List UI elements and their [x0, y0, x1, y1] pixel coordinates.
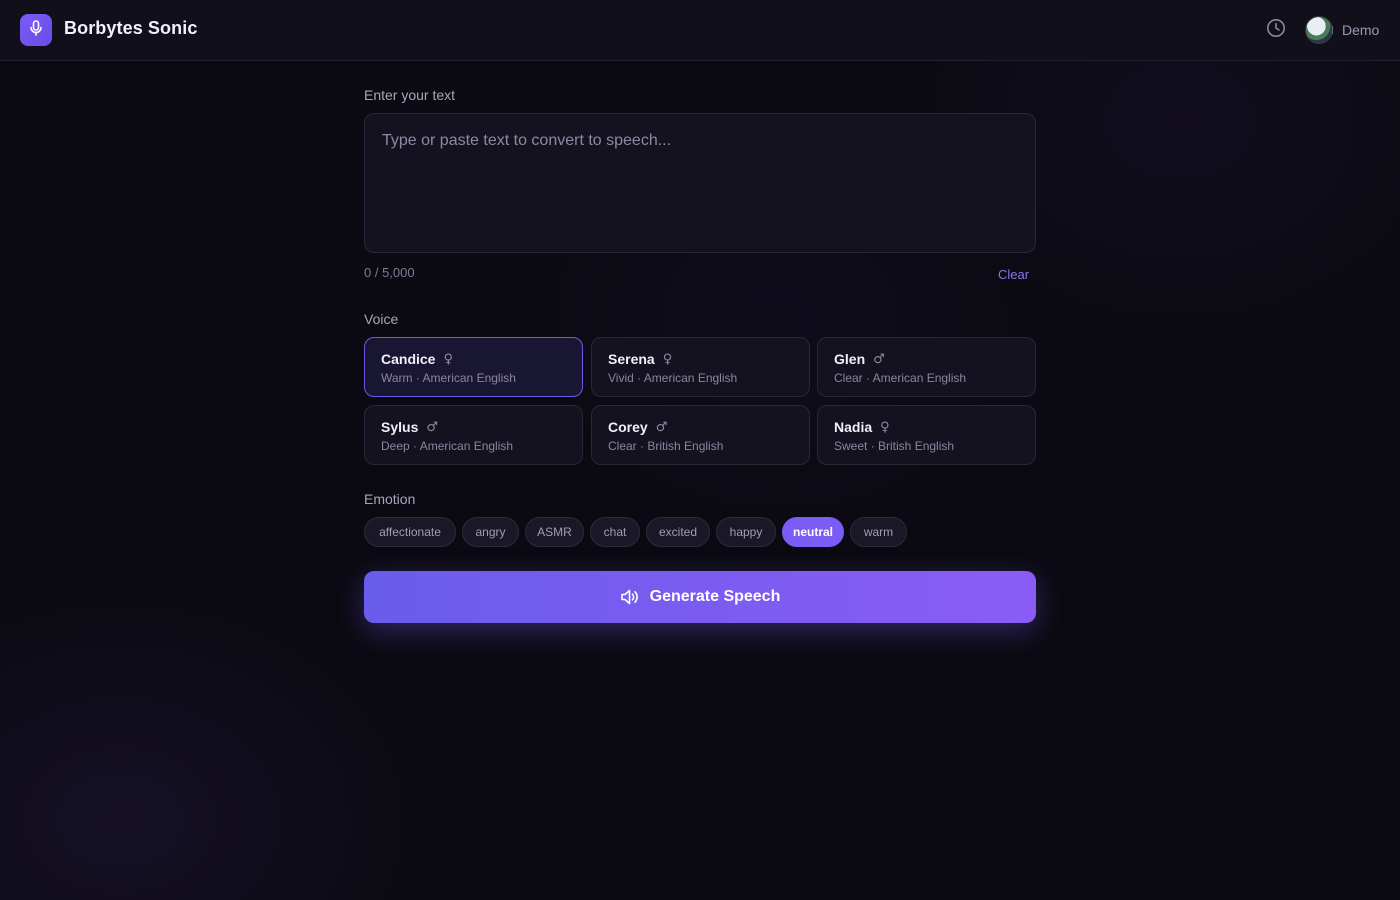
microphone-icon [29, 19, 43, 41]
text-input-label: Enter your text [364, 87, 456, 103]
history-button[interactable] [1265, 18, 1287, 43]
generate-speech-label: Generate Speech [649, 588, 781, 605]
emotion-chip-angry[interactable]: angry [462, 517, 519, 547]
male-icon: ♂ [873, 351, 885, 367]
generate-speech-button[interactable]: Generate Speech [364, 571, 1036, 623]
voice-name: Corey [608, 419, 648, 435]
app-title: Borbytes Sonic [64, 18, 198, 38]
voice-description: Sweet · British English [834, 439, 955, 453]
app-logo[interactable] [20, 14, 52, 46]
text-input[interactable] [364, 113, 1036, 253]
emotion-chip-warm[interactable]: warm [850, 517, 907, 547]
female-icon: ♀ [662, 351, 673, 367]
user-name[interactable]: Demo [1342, 22, 1379, 38]
top-bar: Borbytes Sonic Demo [0, 0, 1400, 61]
avatar[interactable] [1305, 16, 1333, 44]
emotion-chip-neutral[interactable]: neutral [782, 517, 844, 547]
voice-description: Clear · American English [834, 371, 967, 385]
emotion-chip-chat[interactable]: chat [590, 517, 640, 547]
emotion-chip-asmr[interactable]: ASMR [525, 517, 584, 547]
char-count: 0 / 5,000 [364, 265, 415, 280]
voice-name: Candice [381, 351, 436, 367]
female-icon: ♀ [443, 351, 453, 367]
voice-name: Serena [608, 351, 655, 367]
voice-card-corey[interactable]: Corey ♂ Clear · British English [591, 405, 810, 465]
emotion-chip-affectionate[interactable]: affectionate [364, 517, 456, 547]
voice-card-sylus[interactable]: Sylus ♂ Deep · American English [364, 405, 583, 465]
voice-card-glen[interactable]: Glen ♂ Clear · American English [817, 337, 1036, 397]
clock-icon [1266, 18, 1286, 43]
male-icon: ♂ [426, 419, 439, 435]
voice-name: Sylus [381, 419, 419, 435]
voice-card-serena[interactable]: Serena ♀ Vivid · American English [591, 337, 810, 397]
clear-button[interactable]: Clear [998, 267, 1029, 282]
speaker-icon [620, 588, 640, 606]
divider [1332, 26, 1333, 34]
male-icon: ♂ [655, 419, 668, 435]
voice-description: Warm · American English [381, 371, 516, 385]
emotion-chip-excited[interactable]: excited [646, 517, 710, 547]
voice-name: Glen [834, 351, 866, 367]
voice-label: Voice [364, 311, 399, 327]
voice-description: Clear · British English [608, 439, 724, 453]
voice-card-nadia[interactable]: Nadia ♀ Sweet · British English [817, 405, 1036, 465]
emotion-chip-happy[interactable]: happy [716, 517, 776, 547]
emotion-label: Emotion [364, 491, 416, 507]
female-icon: ♀ [880, 419, 890, 435]
voice-card-candice[interactable]: Candice ♀ Warm · American English [364, 337, 583, 397]
voice-name: Nadia [834, 419, 873, 435]
voice-description: Deep · American English [381, 439, 514, 453]
voice-description: Vivid · American English [608, 371, 738, 385]
